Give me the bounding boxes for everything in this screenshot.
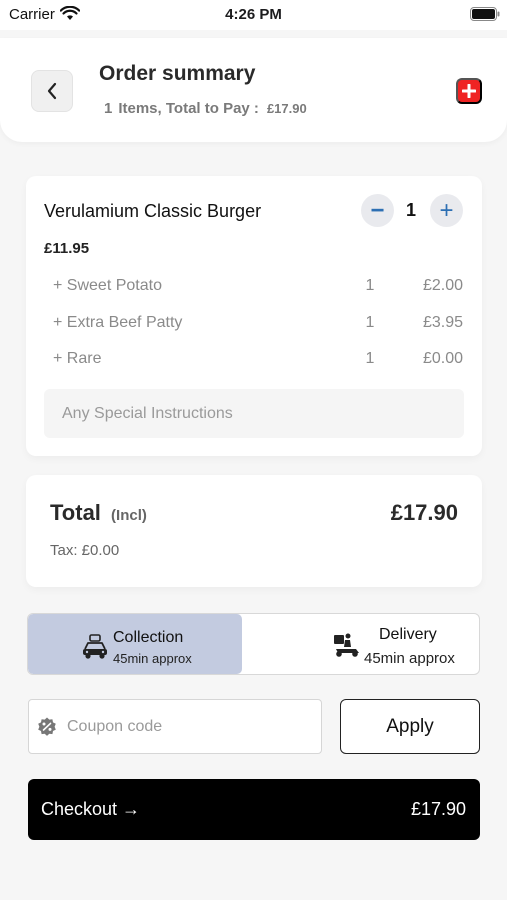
collection-option[interactable]: Collection 45min approx <box>28 614 242 674</box>
checkout-button[interactable]: Checkout → £17.90 <box>28 779 480 840</box>
total-label: Total (Incl) <box>50 500 147 526</box>
page-title: Order summary <box>99 62 256 85</box>
increase-quantity-button[interactable]: + <box>430 194 463 227</box>
items-count: 1 <box>104 100 113 117</box>
status-time: 4:26 PM <box>225 6 282 23</box>
items-text: Items, Total to Pay : <box>118 100 259 117</box>
decrease-quantity-button[interactable]: − <box>361 194 394 227</box>
special-instructions-input[interactable] <box>44 389 464 438</box>
delivery-time: 45min approx <box>364 650 455 667</box>
back-button[interactable] <box>31 70 73 112</box>
total-incl-note: (Incl) <box>111 507 147 524</box>
checkout-label: Checkout → <box>41 799 141 819</box>
extra-row: + Extra Beef Patty 1 £3.95 <box>53 314 465 334</box>
extra-row: + Sweet Potato 1 £2.00 <box>53 277 465 297</box>
delivery-option[interactable]: Delivery 45min approx <box>242 614 479 674</box>
checkout-amount: £17.90 <box>410 799 466 819</box>
extra-qty: 1 <box>365 350 375 367</box>
order-mode-toggle: Collection 45min approx Delivery 45min a… <box>27 613 480 675</box>
order-item-card: Verulamium Classic Burger − 1 + £11.95 +… <box>26 176 482 456</box>
item-price: £11.95 <box>44 240 90 257</box>
extra-name: + Sweet Potato <box>53 277 162 294</box>
apply-coupon-button[interactable]: Apply <box>340 699 480 754</box>
tax-line: Tax: £0.00 <box>50 542 120 559</box>
total-amount: £17.90 <box>390 500 458 525</box>
extra-name: + Rare <box>53 350 102 367</box>
scooter-icon <box>334 633 359 657</box>
order-summary-header: Order summary 1 Items, Total to Pay : £17.… <box>0 38 507 142</box>
item-name: Verulamium Classic Burger <box>44 201 262 221</box>
header-total: £17.90 <box>266 101 307 116</box>
total-card: Total (Incl) £17.90 Tax: £0.00 <box>26 475 482 587</box>
total-label-text: Total <box>50 500 101 525</box>
delivery-label: Delivery <box>379 626 437 643</box>
extra-qty: 1 <box>365 277 375 294</box>
extra-name: + Extra Beef Patty <box>53 314 183 331</box>
extra-row: + Rare 1 £0.00 <box>53 350 465 370</box>
extra-price: £3.95 <box>422 314 463 331</box>
item-quantity: 1 <box>405 200 416 220</box>
plus-icon <box>462 84 476 98</box>
extra-price: £0.00 <box>422 350 463 367</box>
extra-price: £2.00 <box>422 277 463 294</box>
car-icon <box>83 634 107 659</box>
status-bar: Carrier 4:26 PM <box>0 0 507 30</box>
order-subtitle: 1 Items, Total to Pay : £17.90 <box>104 100 307 117</box>
chevron-left-icon <box>47 82 57 100</box>
extra-qty: 1 <box>365 314 375 331</box>
add-item-button[interactable] <box>456 78 482 104</box>
collection-time: 45min approx <box>113 651 192 666</box>
badge-percent-icon <box>38 717 56 736</box>
coupon-box <box>28 699 322 754</box>
battery-icon <box>470 7 500 21</box>
collection-label: Collection <box>113 629 184 646</box>
coupon-input[interactable] <box>67 700 317 753</box>
